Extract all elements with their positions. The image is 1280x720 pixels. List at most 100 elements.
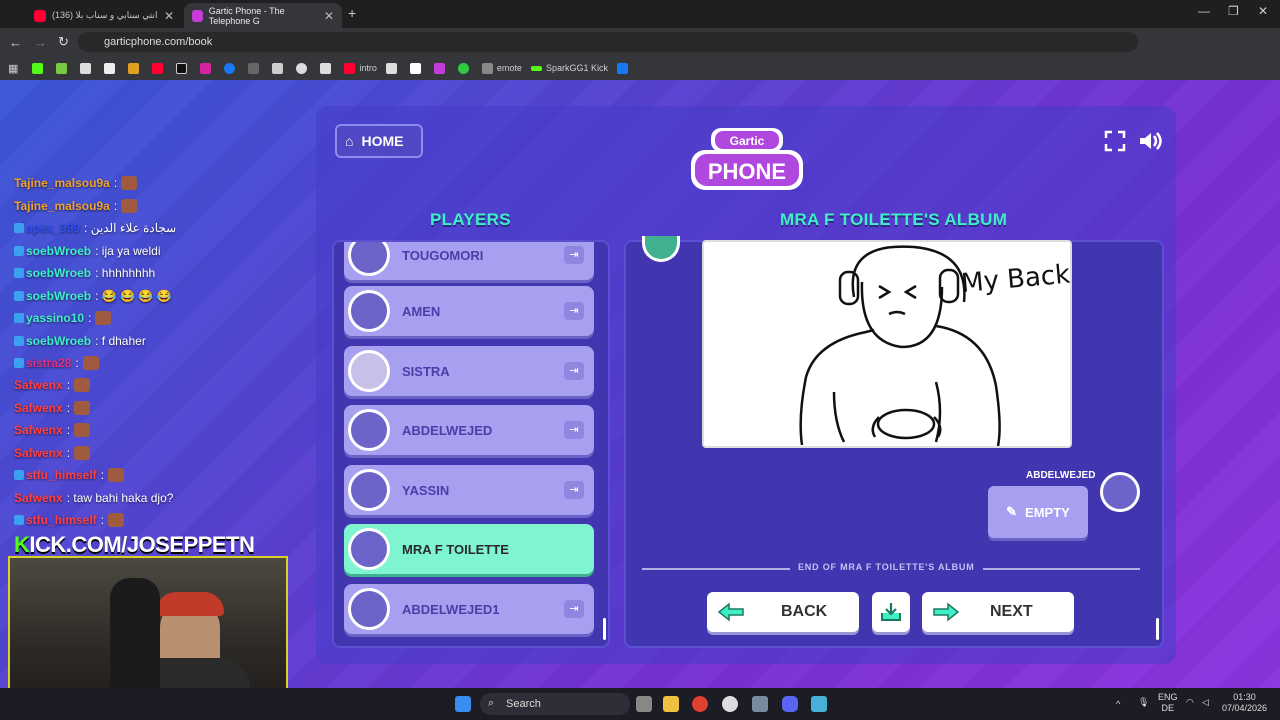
bookmarks-bar: ▦ intro emote SparkGG1 Kick: [0, 56, 1280, 80]
discord-icon[interactable]: [782, 696, 798, 712]
close-icon[interactable]: ✕: [324, 9, 334, 23]
chat-badge-icon: [14, 313, 24, 323]
task-view-icon[interactable]: [636, 696, 652, 712]
tab-youtube[interactable]: (136) انتي سنابي و سناب بلا ✕: [26, 3, 182, 28]
chat-text: : 😂 😂 😂 😂: [95, 289, 172, 303]
chat-text: : taw bahi haka djo?: [66, 491, 174, 505]
date: 07/04/2026: [1222, 703, 1268, 713]
tray-chevron-icon[interactable]: ^: [1116, 699, 1120, 710]
bookmark-v[interactable]: [385, 62, 401, 74]
bookmark-p[interactable]: [409, 62, 425, 74]
back-arrow-icon[interactable]: ←: [9, 35, 22, 50]
bookmark-doc[interactable]: [320, 62, 335, 74]
bookmark-star[interactable]: [272, 62, 287, 74]
chat-badge-icon: [14, 336, 24, 346]
bookmark-facebook[interactable]: [224, 62, 239, 74]
bookmark-label: SparkGG1 Kick: [545, 63, 608, 73]
bookmark-green[interactable]: [457, 62, 473, 74]
chat-text: :: [100, 468, 105, 482]
browser-chrome: (136) انتي سنابي و سناب بلا ✕ Gartic Pho…: [0, 0, 1280, 80]
album-scrollbar[interactable]: [1156, 618, 1159, 640]
microphone-icon[interactable]: 🎙: [1138, 697, 1149, 708]
bookmark-tiktok[interactable]: [176, 62, 191, 74]
taskbar-search[interactable]: ⌕ Search: [480, 693, 630, 715]
window-close-button[interactable]: ✕: [1258, 4, 1268, 18]
reload-icon[interactable]: ↻: [58, 34, 69, 50]
maximize-button[interactable]: ❐: [1228, 4, 1239, 18]
close-icon[interactable]: ✕: [164, 9, 174, 23]
album-title: MRA F TOILETTE'S ALBUM: [780, 210, 1008, 229]
bookmark-instagram[interactable]: [200, 62, 215, 74]
avatar: [348, 528, 390, 570]
bookmark-grey[interactable]: [248, 62, 263, 74]
tab-gartic[interactable]: Gartic Phone - The Telephone G ✕: [184, 3, 342, 28]
player-mra-f-toilette[interactable]: MRA F TOILETTE: [344, 524, 594, 574]
chat-username: Safwenx: [14, 378, 63, 392]
chat-badge-icon: [14, 246, 24, 256]
bookmark-emote[interactable]: emote: [481, 62, 522, 74]
settings-icon[interactable]: [752, 696, 768, 712]
chrome-icon[interactable]: [692, 696, 708, 712]
gartic-phone-logo: Gartic PHONE: [691, 128, 803, 190]
file-explorer-icon[interactable]: [663, 696, 679, 712]
bookmark-intro[interactable]: intro: [344, 62, 377, 74]
kick-icon[interactable]: ⇥: [564, 302, 584, 320]
home-button[interactable]: ⌂ HOME: [335, 124, 423, 158]
windows-start-icon[interactable]: [455, 696, 471, 712]
notepad-icon[interactable]: [811, 696, 827, 712]
bookmark-kick[interactable]: [32, 62, 47, 74]
address-bar[interactable]: garticphone.com/book: [78, 32, 1138, 52]
apps-icon[interactable]: ▦: [8, 62, 18, 75]
bookmark-steam[interactable]: [296, 62, 311, 74]
players-list[interactable]: TOUGOMORI ⇥ AMEN ⇥ SISTRA ⇥ ABDELWEJED ⇥…: [332, 240, 610, 648]
wifi-icon[interactable]: ◠: [1186, 697, 1194, 708]
players-title: PLAYERS: [430, 210, 511, 229]
volume-icon[interactable]: [1138, 130, 1164, 152]
bookmark-bird[interactable]: [80, 62, 95, 74]
bookmark-spark[interactable]: SparkGG1 Kick: [530, 63, 608, 73]
forward-arrow-icon[interactable]: →: [34, 35, 47, 50]
minimize-button[interactable]: —: [1198, 4, 1210, 18]
next-button[interactable]: NEXT: [922, 592, 1074, 632]
language-indicator[interactable]: ENG DE: [1158, 692, 1178, 714]
player-abdelwejed1: ABDELWEJED1 ⇥: [344, 584, 594, 634]
bookmark-gartic[interactable]: [433, 62, 449, 74]
tab-label: (136) انتي سنابي و سناب بلا: [52, 10, 158, 20]
kick-icon[interactable]: ⇥: [564, 362, 584, 380]
kick-icon[interactable]: ⇥: [564, 600, 584, 618]
chat-badge-icon: [14, 223, 24, 233]
svg-text:Gartic: Gartic: [730, 134, 765, 148]
chat-message: apex_999: سجادة علاء الدين: [14, 221, 176, 235]
volume-tray-icon[interactable]: ◁: [1202, 697, 1209, 708]
kick-icon[interactable]: ⇥: [564, 481, 584, 499]
clock[interactable]: 01:30 07/04/2026: [1222, 692, 1267, 714]
next-label: NEXT: [990, 603, 1033, 620]
drawing-caption: My Back!: [960, 259, 1070, 299]
answer-author-name: ABDELWEJED: [1026, 470, 1096, 481]
fullscreen-icon[interactable]: [1104, 130, 1126, 152]
empty-answer-card: ✎ EMPTY: [988, 486, 1088, 538]
obs-icon[interactable]: [722, 696, 738, 712]
streamer-cap: [156, 592, 224, 616]
chat-text: :: [66, 401, 71, 415]
bookmark-meta[interactable]: [616, 62, 632, 74]
kick-channel-banner: KICK.COM/JOSEPPETN: [14, 532, 255, 558]
bookmark-m[interactable]: [128, 62, 143, 74]
download-button[interactable]: [872, 592, 910, 632]
chat-username: Safwenx: [14, 423, 63, 437]
bookmark-d[interactable]: [56, 62, 71, 74]
kick-icon[interactable]: ⇥: [564, 246, 584, 264]
chat-text: :: [66, 378, 71, 392]
new-tab-button[interactable]: +: [348, 5, 356, 21]
chat-text: : hhhhhhhh: [95, 266, 156, 280]
player-name: ABDELWEJED: [402, 422, 493, 438]
players-scrollbar[interactable]: [603, 618, 606, 640]
avatar: [348, 588, 390, 630]
chat-username: sistra28: [26, 356, 72, 370]
bookmark-youtube[interactable]: [152, 62, 167, 74]
kick-icon[interactable]: ⇥: [564, 421, 584, 439]
chat-message: soebWroeb: f dhaher: [14, 334, 146, 348]
back-button[interactable]: BACK: [707, 592, 859, 632]
bookmark-download[interactable]: [104, 62, 119, 74]
player-sistra: SISTRA ⇥: [344, 346, 594, 396]
